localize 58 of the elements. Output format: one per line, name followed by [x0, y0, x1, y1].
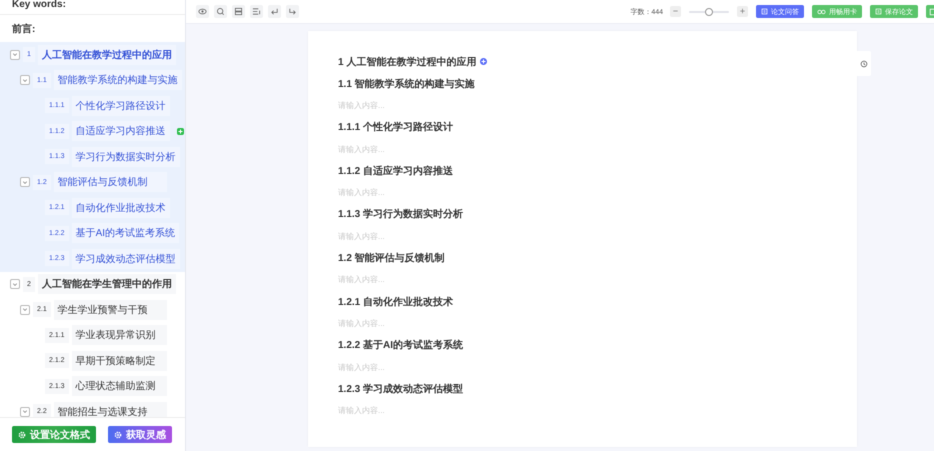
outline-title[interactable]: 智能教学系统的构建与实施	[54, 70, 182, 90]
add-icon[interactable]	[176, 128, 184, 135]
chevron-icon[interactable]	[20, 304, 30, 315]
outline-title[interactable]: 智能评估与反馈机制	[54, 172, 167, 192]
redo-button[interactable]	[286, 5, 299, 18]
section-heading: 1.2.2 基于AI的考试监考系统	[338, 338, 464, 352]
outline-title[interactable]: 自动化作业批改技术	[72, 198, 170, 218]
zoom-in-button[interactable]: +	[737, 6, 748, 17]
section-heading: 1.1 智能教学系统的构建与实施	[338, 77, 475, 91]
chevron-icon[interactable]	[20, 75, 30, 86]
undo-button[interactable]	[268, 5, 281, 18]
gear-icon	[18, 430, 26, 438]
section-heading: 1.1.2 自适应学习内容推送	[338, 164, 454, 178]
stack-icon	[234, 7, 243, 16]
undo-icon	[270, 7, 279, 16]
add-icon[interactable]	[480, 58, 488, 66]
outline-title[interactable]: 学习行为数据实时分析	[72, 146, 180, 167]
keywords-label: Key words:	[12, 0, 66, 10]
section-heading: 1.1.1 个性化学习路径设计	[338, 120, 454, 134]
search-icon	[216, 7, 225, 16]
document-icon	[761, 8, 768, 15]
redo-icon	[288, 7, 297, 16]
outline-title[interactable]: 学业表现异常识别	[72, 325, 167, 346]
outline-title[interactable]: 人工智能在教学过程中的应用	[38, 44, 176, 65]
slider-thumb[interactable]	[705, 8, 713, 16]
section-heading: 1.2.3 学习成效动态评估模型	[338, 382, 464, 396]
link-icon	[817, 8, 826, 14]
outline-title[interactable]: 自适应学习内容推送	[72, 121, 170, 142]
preview-button[interactable]	[196, 5, 209, 18]
outline-title[interactable]: 学生学业预警与干预	[54, 300, 167, 320]
format-button[interactable]: 设置论文格式	[12, 426, 96, 443]
search-button[interactable]	[214, 5, 227, 18]
outline-title[interactable]: 智能招生与选课支持	[54, 402, 167, 417]
outline-title[interactable]: 早期干预策略制定	[72, 350, 167, 371]
eye-icon	[198, 7, 207, 16]
chevron-icon[interactable]	[20, 406, 30, 417]
section-heading: 1.1.3 学习行为数据实时分析	[338, 207, 464, 222]
inspiration-button[interactable]: 获取灵感	[108, 426, 172, 443]
outline-title[interactable]: 基于AI的考试监考系统	[72, 223, 180, 244]
history-icon	[860, 60, 868, 68]
history-button[interactable]	[857, 51, 871, 76]
preface-label: 前言:	[12, 22, 36, 36]
layers-button[interactable]	[232, 5, 245, 18]
indent-button[interactable]	[250, 5, 263, 18]
section-heading: 1 人工智能在教学过程中的应用	[338, 55, 476, 69]
chevron-icon[interactable]	[10, 279, 20, 290]
gear-icon	[114, 430, 122, 438]
section-heading: 1.2.1 自动化作业批改技术	[338, 296, 454, 309]
outline-title[interactable]: 个性化学习路径设计	[72, 96, 170, 116]
chevron-icon[interactable]	[10, 50, 20, 60]
outline-title[interactable]: 心理状态辅助监测	[72, 376, 167, 396]
list-icon	[252, 7, 261, 16]
section-heading: 1.2 智能评估与反馈机制	[338, 252, 445, 266]
zoom-out-button[interactable]: −	[670, 6, 681, 17]
outline-title[interactable]: 学习成效动态评估模型	[72, 248, 180, 269]
outline-title[interactable]: 人工智能在学生管理中的作用	[38, 274, 176, 294]
chevron-icon[interactable]	[20, 177, 30, 188]
document-icon	[875, 8, 882, 15]
